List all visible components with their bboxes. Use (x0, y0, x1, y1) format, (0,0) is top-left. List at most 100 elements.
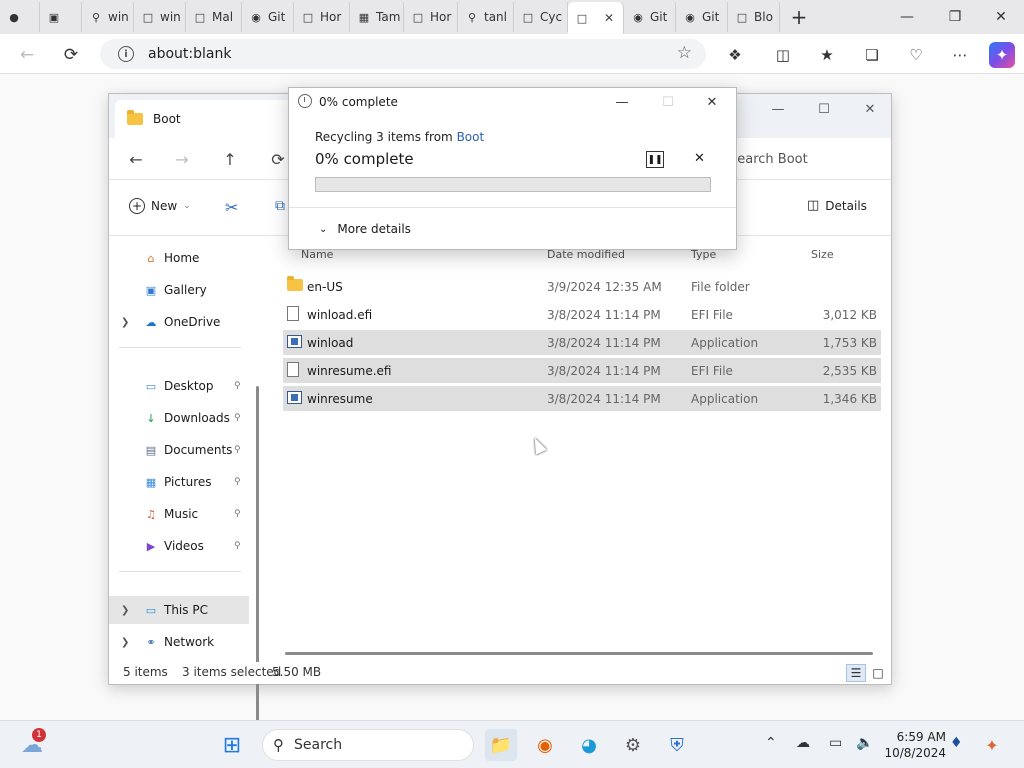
browser-tab-9[interactable]: ⚲ tanl (458, 2, 514, 32)
new-tab-button[interactable]: + (784, 2, 814, 32)
refresh-icon[interactable]: ⟳ (267, 148, 289, 170)
chevron-right-icon[interactable]: ❯ (121, 637, 129, 648)
chevron-up-icon[interactable]: ⌃ (765, 735, 777, 751)
recycle-progress-dialog: 0% complete — ☐ ✕ Recycling 3 items from… (288, 87, 737, 250)
browser-tab-5[interactable]: ◉ Git (242, 2, 294, 32)
chevron-right-icon[interactable]: ❯ (121, 605, 129, 616)
copilot-icon[interactable]: ✦ (989, 42, 1015, 68)
address-url[interactable]: about:blank (148, 46, 231, 62)
file-row[interactable]: winload 3/8/2024 11:14 PM Application 1,753… (283, 330, 881, 355)
browser-tab-12[interactable]: ◉ Git (624, 2, 676, 32)
explorer-maximize-button[interactable]: ☐ (801, 94, 847, 124)
new-button[interactable]: + New ⌄ (129, 198, 191, 214)
clock-date: 10/8/2024 (884, 746, 946, 760)
dialog-close-button[interactable]: ✕ (689, 90, 735, 114)
firefox-icon[interactable]: ◉ (529, 729, 561, 761)
taskbar-search[interactable]: ⚲ Search (262, 729, 474, 761)
navigation-scrollbar[interactable] (256, 386, 259, 756)
browser-tab-14[interactable]: □ Blo (728, 2, 780, 32)
browser-tab-7[interactable]: ▦ Tam (350, 2, 404, 32)
restore-button[interactable]: ❐ (932, 0, 978, 34)
volume-icon[interactable]: 🔈 (856, 735, 873, 751)
file-row[interactable]: en-US 3/9/2024 12:35 AM File folder (283, 274, 881, 299)
browser-tab-8[interactable]: □ Hor (404, 2, 458, 32)
display-icon[interactable]: ▭ (829, 735, 842, 751)
sidebar-item-videos[interactable]: ▶ Videos ⚲ (109, 532, 249, 560)
horizontal-scrollbar[interactable] (285, 652, 873, 655)
minimize-button[interactable]: — (884, 0, 930, 34)
copilot-taskbar-icon[interactable]: ✦ (976, 729, 1008, 761)
explorer-close-button[interactable]: ✕ (847, 94, 893, 124)
chevron-right-icon[interactable]: ❯ (121, 317, 129, 328)
browser-tab-13[interactable]: ◉ Git (676, 2, 728, 32)
info-icon[interactable]: i (118, 46, 134, 62)
performance-icon[interactable]: ♡ (903, 42, 929, 68)
system-clock[interactable]: 6:59 AM 10/8/2024 (876, 729, 946, 761)
start-icon[interactable]: ⊞ (216, 729, 248, 761)
file-row[interactable]: winresume 3/8/2024 11:14 PM Application 1,3… (283, 386, 881, 411)
collections-icon[interactable]: ❏ (859, 42, 885, 68)
copy-icon[interactable]: ⧉ (275, 198, 285, 214)
back-button[interactable]: ← (14, 42, 40, 68)
sidebar-item-documents[interactable]: ▤ Documents ⚲ (109, 436, 249, 464)
explorer-minimize-button[interactable]: — (755, 94, 801, 124)
browser-tab-4[interactable]: □ Mal (186, 2, 242, 32)
sidebar-item-network[interactable]: ❯ ⚭ Network (109, 628, 249, 656)
column-header-size[interactable]: Size (811, 242, 834, 266)
sidebar-item-label: Videos (164, 539, 204, 553)
file-explorer-icon[interactable]: 📁 (485, 729, 517, 761)
file-row[interactable]: winload.efi 3/8/2024 11:14 PM EFI File 3,01… (283, 302, 881, 327)
sidebar-item-home[interactable]: ⌂ Home (109, 244, 249, 272)
close-window-button[interactable]: ✕ (978, 0, 1024, 34)
cancel-icon[interactable]: ✕ (694, 151, 705, 166)
browser-tab-10[interactable]: □ Cyc (514, 2, 568, 32)
sidebar-item-downloads[interactable]: ↓ Downloads ⚲ (109, 404, 249, 432)
browser-tab-2[interactable]: ⚲ win (82, 2, 134, 32)
sidebar-item-music[interactable]: ♫ Music ⚲ (109, 500, 249, 528)
sidebar-divider (119, 347, 241, 348)
back-arrow-icon[interactable]: ← (125, 148, 147, 170)
browser-tab-3[interactable]: □ win (134, 2, 186, 32)
search-box[interactable]: Search Boot (729, 144, 889, 174)
favorite-star-icon[interactable]: ☆ (677, 43, 692, 63)
more-details-button[interactable]: ⌄ More details (319, 222, 411, 236)
up-arrow-icon[interactable]: ↑ (219, 148, 241, 170)
sidebar-item-onedrive[interactable]: ❯ ☁ OneDrive (109, 308, 249, 336)
sidebar-item-gallery[interactable]: ▣ Gallery (109, 276, 249, 304)
file-row[interactable]: winresume.efi 3/8/2024 11:14 PM EFI File 2,… (283, 358, 881, 383)
details-view-icon[interactable]: ☰ (846, 664, 866, 682)
source-folder-link[interactable]: Boot (457, 130, 485, 144)
favorites-icon[interactable]: ★ (814, 42, 840, 68)
refresh-button[interactable]: ⟳ (58, 42, 84, 68)
notification-bell-icon[interactable]: ♦ (950, 735, 963, 751)
sidebar-item-desktop[interactable]: ▭ Desktop ⚲ (109, 372, 249, 400)
pause-button[interactable]: ❚❚ (646, 151, 664, 168)
address-field[interactable]: i about:blank ☆ (100, 39, 706, 69)
edge-icon[interactable]: ◕ (573, 729, 605, 761)
close-tab-icon[interactable]: ✕ (604, 11, 614, 25)
settings-menu-icon[interactable]: ⋯ (947, 42, 973, 68)
dialog-minimize-button[interactable]: — (599, 90, 645, 114)
extensions-icon[interactable]: ❖ (722, 42, 748, 68)
browser-tab-1[interactable]: ▣ (40, 2, 82, 32)
browser-tab-6[interactable]: □ Hor (294, 2, 350, 32)
forward-arrow-icon[interactable]: → (171, 148, 193, 170)
file-list: Name Date modified Type Size en-US 3/9/20… (265, 236, 891, 662)
gallery-icon: ▣ (145, 283, 157, 297)
browser-tab-11[interactable]: □ ✕ (568, 2, 624, 34)
notification-badge: 1 (32, 728, 46, 742)
explorer-tab[interactable]: Boot (115, 100, 305, 138)
browser-tab-0[interactable]: ● (0, 2, 40, 32)
split-screen-icon[interactable]: ◫ (770, 42, 796, 68)
sidebar-item-this-pc[interactable]: ❯ ▭ This PC (109, 596, 249, 624)
details-button[interactable]: ◫ Details (807, 198, 867, 213)
tiles-view-icon[interactable]: □ (868, 664, 888, 682)
clock-icon (298, 94, 312, 108)
cut-icon[interactable]: ✂ (225, 198, 238, 217)
search-placeholder[interactable]: Search Boot (729, 152, 808, 167)
dialog-maximize-button: ☐ (662, 94, 674, 110)
sidebar-item-pictures[interactable]: ▦ Pictures ⚲ (109, 468, 249, 496)
settings-icon[interactable]: ⚙ (617, 729, 649, 761)
security-shield-icon[interactable]: ⛨ (661, 729, 693, 761)
cloud-offline-icon[interactable]: ☁ (796, 735, 810, 751)
